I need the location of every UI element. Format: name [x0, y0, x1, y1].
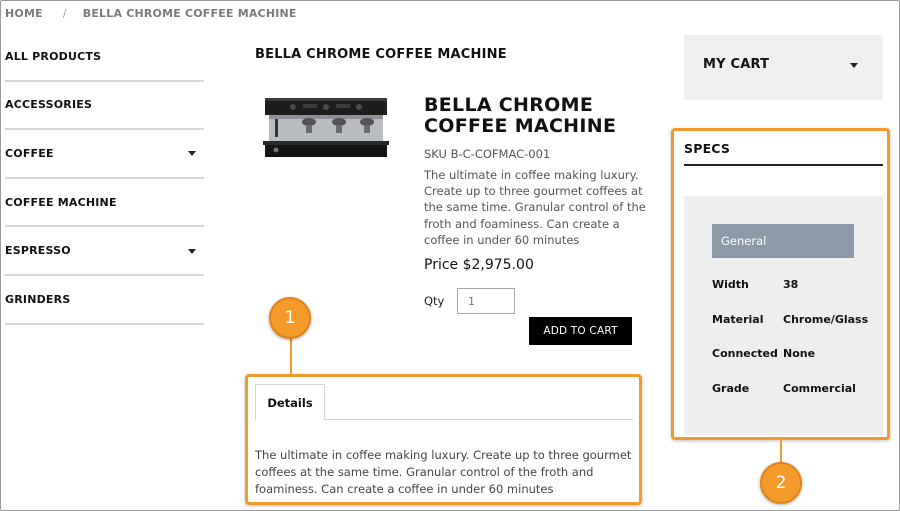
my-cart-label: MY CART [703, 57, 770, 72]
chevron-down-icon[interactable] [188, 248, 196, 254]
sidebar-item-coffee[interactable]: COFFEE [5, 130, 204, 179]
sidebar-item-coffee-machine[interactable]: COFFEE MACHINE [5, 179, 204, 228]
callout-badge-2: 2 [760, 462, 802, 504]
product-description: The ultimate in coffee making luxury. Cr… [424, 168, 646, 247]
sidebar-item-all-products[interactable]: ALL PRODUCTS [5, 33, 204, 82]
callout-badge-1: 1 [269, 297, 311, 339]
sidebar-item-label: GRINDERS [5, 292, 71, 306]
breadcrumb-current: BELLA CHROME COFFEE MACHINE [82, 6, 297, 20]
product-image [263, 98, 389, 157]
callout-connector-2 [780, 439, 782, 463]
sidebar-item-accessories[interactable]: ACCESSORIES [5, 82, 204, 131]
tab-details[interactable]: Details [255, 384, 325, 420]
sidebar-item-grinders[interactable]: GRINDERS [5, 276, 204, 325]
add-to-cart-button[interactable]: ADD TO CART [529, 317, 632, 345]
sidebar-item-label: ALL PRODUCTS [5, 49, 102, 63]
category-sidebar: ALL PRODUCTS ACCESSORIES COFFEE COFFEE M… [5, 33, 204, 325]
sidebar-item-label: ESPRESSO [5, 244, 71, 258]
product-sku: SKU B-C-COFMAC-001 [424, 147, 551, 161]
my-cart-dropdown[interactable]: MY CART [684, 35, 883, 100]
page-frame: HOME / BELLA CHROME COFFEE MACHINE ALL P… [0, 0, 900, 511]
product-price: Price $2,975.00 [424, 257, 534, 273]
sidebar-item-espresso[interactable]: ESPRESSO [5, 227, 204, 276]
callout-highlight-specs [671, 128, 890, 440]
chevron-down-icon [850, 63, 858, 68]
product-name: BELLA CHROME COFFEE MACHINE [424, 94, 617, 137]
quantity-label: Qty [424, 294, 445, 308]
page-title: BELLA CHROME COFFEE MACHINE [255, 47, 507, 62]
sidebar-item-label: COFFEE MACHINE [5, 195, 117, 209]
breadcrumb-separator: / [62, 6, 67, 20]
breadcrumb: HOME / BELLA CHROME COFFEE MACHINE [5, 5, 297, 21]
breadcrumb-home-link[interactable]: HOME [5, 7, 43, 20]
sidebar-item-label: ACCESSORIES [5, 98, 93, 112]
chevron-down-icon[interactable] [188, 151, 196, 157]
sidebar-item-label: COFFEE [5, 146, 54, 160]
callout-connector-1 [290, 337, 292, 375]
quantity-input[interactable] [457, 288, 515, 314]
